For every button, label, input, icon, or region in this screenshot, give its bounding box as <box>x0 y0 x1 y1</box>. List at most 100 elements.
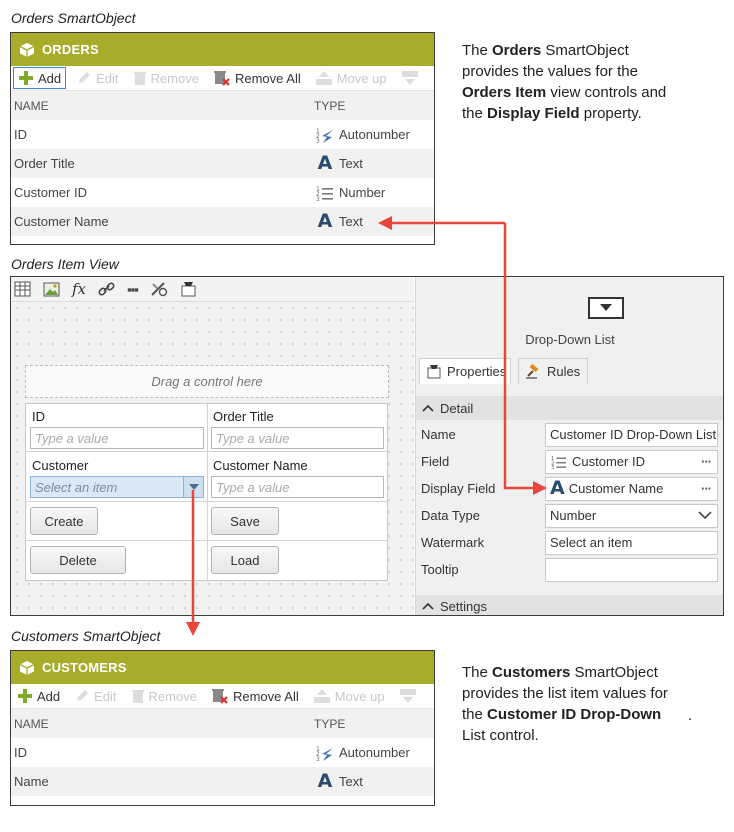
move-up-button[interactable]: Move up <box>309 685 389 707</box>
svg-text:3: 3 <box>551 465 554 470</box>
trash-icon <box>133 72 146 85</box>
control-type-label: Drop-Down List <box>525 332 615 347</box>
view-designer: fx ▪▪▪ Drag a control here ID Type a val… <box>10 276 724 616</box>
add-label: Add <box>38 70 62 86</box>
table-row[interactable]: Name A Text <box>11 767 434 796</box>
customers-smartobject-title: Customers SmartObject <box>11 628 161 644</box>
chevron-up-icon <box>422 404 434 412</box>
properties-panel: Drop-Down List Properties Rules Detail N… <box>415 277 723 615</box>
tools-icon[interactable] <box>150 281 168 297</box>
link-icon[interactable] <box>98 281 115 297</box>
designer-toolbar: fx ▪▪▪ <box>11 277 414 302</box>
remove-all-button[interactable]: Remove All <box>207 685 303 707</box>
field-picker[interactable]: 123 Customer ID ··· <box>545 449 718 474</box>
save-button[interactable]: Save <box>211 507 279 535</box>
table-row[interactable]: Customer Name A Text <box>11 207 434 236</box>
smartobject-cube-icon <box>19 660 35 675</box>
property-name: ID <box>14 745 27 760</box>
ellipsis-icon[interactable]: ··· <box>701 481 712 496</box>
load-button[interactable]: Load <box>211 546 279 574</box>
view-settings-icon[interactable] <box>180 281 197 297</box>
create-button[interactable]: Create <box>30 507 98 535</box>
move-down-button[interactable] <box>397 67 427 89</box>
add-button[interactable]: Add <box>13 67 67 89</box>
prop-field-label: Field <box>421 454 450 469</box>
tooltip-field[interactable] <box>545 557 718 582</box>
order-title-textbox[interactable]: Type a value <box>211 427 384 449</box>
add-button[interactable]: Add <box>13 685 64 707</box>
drag-control-zone[interactable]: Drag a control here <box>25 365 389 398</box>
remove-all-button[interactable]: Remove All <box>209 67 305 89</box>
orders-description: The Orders SmartObject provides the valu… <box>462 42 667 122</box>
svg-text:3: 3 <box>316 196 320 202</box>
pencil-icon <box>77 690 89 701</box>
customers-header-label: CUSTOMERS <box>42 660 127 675</box>
image-icon[interactable] <box>43 281 60 297</box>
orders-header: ORDERS <box>11 33 434 66</box>
add-label: Add <box>37 688 61 704</box>
design-canvas: Drag a control here ID Type a value Orde… <box>11 302 414 615</box>
chevron-down-icon[interactable] <box>183 477 203 497</box>
move-up-label: Move up <box>334 688 385 704</box>
id-textbox[interactable]: Type a value <box>30 427 204 449</box>
customer-dropdown-placeholder: Select an item <box>35 479 118 495</box>
plus-icon <box>18 689 32 703</box>
prop-row-watermark: Watermark Select an item <box>416 529 723 556</box>
move-down-icon <box>401 71 418 85</box>
edit-label: Edit <box>96 70 119 86</box>
property-grid: Name Customer ID Drop-Down List Field 12… <box>416 421 723 583</box>
customer-dropdown[interactable]: Select an item <box>30 476 204 498</box>
trash-x-icon <box>213 71 230 86</box>
property-name: Order Title <box>14 156 75 171</box>
data-type-select[interactable]: Number <box>545 503 718 528</box>
table-row[interactable]: ID 123 Autonumber <box>11 120 434 149</box>
orders-column-header: NAME TYPE <box>11 91 434 120</box>
customers-toolbar: Add Edit Remove Remove All Move up <box>11 684 434 709</box>
tab-rules[interactable]: Rules <box>518 358 588 384</box>
move-up-button[interactable]: Move up <box>311 67 391 89</box>
name-field[interactable]: Customer ID Drop-Down List <box>545 422 718 447</box>
property-name: ID <box>14 127 27 142</box>
customer-name-textbox[interactable]: Type a value <box>211 476 384 498</box>
orders-smartobject-panel: ORDERS Add Edit Remove Remove All Move u… <box>10 32 435 245</box>
delete-button[interactable]: Delete <box>30 546 126 574</box>
table-row[interactable]: Customer ID 123 Number <box>11 178 434 207</box>
prop-name-label: Name <box>421 427 456 442</box>
move-up-label: Move up <box>336 70 387 86</box>
property-type: Text <box>339 774 363 789</box>
tab-properties[interactable]: Properties <box>419 358 511 384</box>
settings-section-header[interactable]: Settings <box>416 595 723 615</box>
dropdown-list-icon <box>588 297 624 319</box>
text-type-icon: A <box>317 152 333 174</box>
move-up-icon <box>315 71 332 85</box>
remove-button[interactable]: Remove <box>127 685 201 707</box>
properties-icon <box>427 365 441 379</box>
table-icon[interactable] <box>14 281 31 297</box>
layout-table: ID Type a value Order Title Type a value… <box>25 403 388 581</box>
customers-description: The Customers SmartObject provides the l… <box>462 664 668 744</box>
chevron-down-icon <box>698 511 712 520</box>
edit-button[interactable]: Edit <box>70 685 120 707</box>
table-row[interactable]: ID 123 Autonumber <box>11 738 434 767</box>
edit-button[interactable]: Edit <box>72 67 122 89</box>
pencil-icon <box>79 72 91 83</box>
move-down-button[interactable] <box>395 685 425 707</box>
expression-icon[interactable]: fx <box>72 280 86 298</box>
display-field-picker[interactable]: A Customer Name ··· <box>545 476 718 501</box>
tab-rules-label: Rules <box>547 364 581 379</box>
orders-header-label: ORDERS <box>42 42 99 57</box>
watermark-field[interactable]: Select an item <box>545 530 718 555</box>
remove-button[interactable]: Remove <box>129 67 203 89</box>
text-type-icon: A <box>550 477 565 499</box>
more-icon[interactable]: ▪▪▪ <box>127 282 139 297</box>
detail-section-header[interactable]: Detail <box>416 396 723 420</box>
trash-icon <box>131 690 144 703</box>
plus-icon <box>19 71 33 85</box>
property-type: Autonumber <box>339 127 410 142</box>
prop-row-tooltip: Tooltip <box>416 556 723 583</box>
detail-section-label: Detail <box>440 400 474 416</box>
customers-smartobject-panel: CUSTOMERS Add Edit Remove Remove All Mov… <box>10 650 435 806</box>
table-row[interactable]: Order Title A Text <box>11 149 434 178</box>
move-up-icon <box>313 689 330 703</box>
ellipsis-icon[interactable]: ··· <box>701 454 712 469</box>
